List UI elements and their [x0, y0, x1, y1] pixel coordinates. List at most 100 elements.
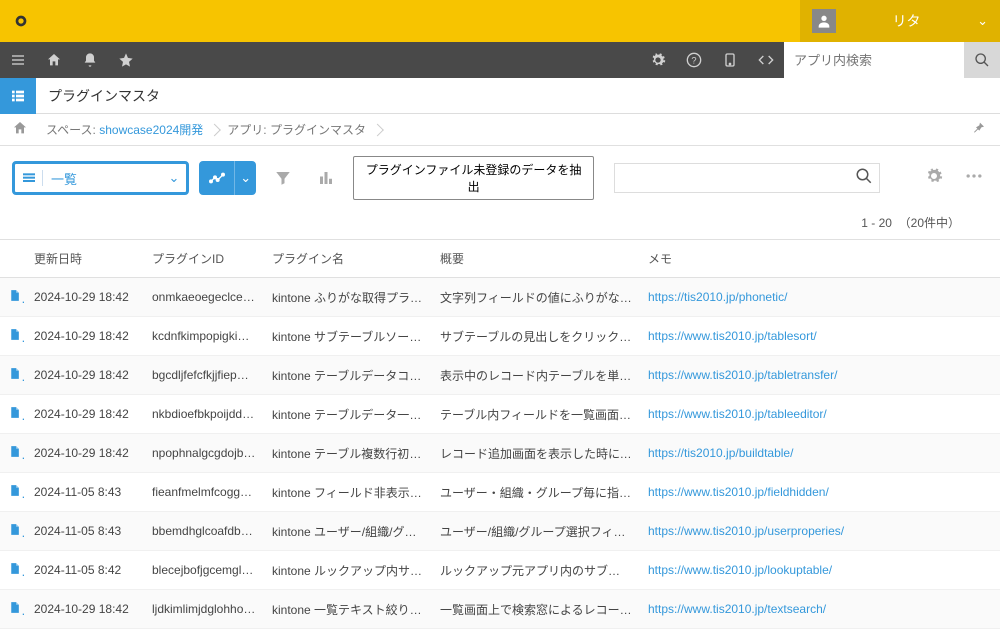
cell-plugin-id: bbemdhglcoafdbbmnopqrstuvwxyzabc: [144, 512, 264, 551]
cell-date: 2024-10-29 18:42: [26, 434, 144, 473]
record-detail-icon[interactable]: [0, 356, 26, 395]
cell-date: 2024-11-05 8:43: [26, 512, 144, 551]
cell-summary: 文字列フィールドの値にふりがなを振るプラグイン: [432, 278, 640, 317]
table-row[interactable]: 2024-10-29 18:42kcdnfkimpopigkionojhgfep…: [0, 317, 1000, 356]
table-row[interactable]: 2024-11-05 8:43bbemdhglcoafdbbmnopqrstuv…: [0, 512, 1000, 551]
cell-memo-link[interactable]: https://tis2010.jp/buildtable/: [640, 434, 1000, 473]
cell-date: 2024-10-29 18:42: [26, 317, 144, 356]
breadcrumb-app[interactable]: アプリ: プラグインマスタ: [217, 117, 376, 142]
cell-plugin-name: kintone テーブルデータ一括編集プラグイン: [264, 395, 432, 434]
cell-summary: ルックアップ元アプリ内のサブテーブルを取得: [432, 551, 640, 590]
chevron-down-icon: ⌄: [162, 170, 186, 186]
extract-unregistered-button[interactable]: プラグインファイル未登録のデータを抽出: [353, 156, 595, 200]
table-header-row: 更新日時 プラグインID プラグイン名 概要 メモ: [0, 240, 1000, 278]
record-detail-icon[interactable]: [0, 278, 26, 317]
breadcrumb-app-prefix: アプリ:: [227, 123, 270, 137]
more-menu-icon[interactable]: [960, 166, 988, 191]
breadcrumb-space-prefix: スペース:: [46, 123, 99, 137]
bar-chart-icon[interactable]: [309, 161, 342, 195]
table-row[interactable]: 2024-11-05 8:42blecejbofjgcemglmnopqrstu…: [0, 551, 1000, 590]
cell-summary: 表示中のレコード内テーブルを単一レコードへコピー: [432, 356, 640, 395]
cell-plugin-name: kintone サブテーブルソートプラグイン: [264, 317, 432, 356]
user-menu[interactable]: リタ ⌄: [800, 0, 1000, 42]
bell-icon[interactable]: [72, 42, 108, 78]
tablet-icon[interactable]: [712, 42, 748, 78]
pin-icon[interactable]: [964, 120, 992, 139]
filter-funnel-icon[interactable]: [266, 161, 299, 195]
view-selector[interactable]: 一覧 ⌄: [12, 161, 189, 195]
pagination-total: （20件中）: [899, 216, 960, 230]
cell-memo-link[interactable]: https://www.tis2010.jp/tablesort/: [640, 317, 1000, 356]
cell-plugin-id: fieanfmelmfcoggmlabcdefghijklmno: [144, 473, 264, 512]
graph-button-group: ⌄: [199, 161, 256, 195]
cell-plugin-name: kintone フィールド非表示プラグイン: [264, 473, 432, 512]
breadcrumb: スペース: showcase2024開発 アプリ: プラグインマスタ: [0, 114, 1000, 146]
record-detail-icon[interactable]: [0, 590, 26, 629]
cell-memo-link[interactable]: https://tis2010.jp/phonetic/: [640, 278, 1000, 317]
cell-summary: テーブル内フィールドを一覧画面上で編集: [432, 395, 640, 434]
breadcrumb-app-name: プラグインマスタ: [270, 123, 366, 137]
cell-memo-link[interactable]: https://www.tis2010.jp/tableeditor/: [640, 395, 1000, 434]
settings-gear-icon[interactable]: [920, 167, 948, 190]
right-action-icons: [920, 166, 988, 191]
table-row[interactable]: 2024-11-05 8:43fieanfmelmfcoggmlabcdefgh…: [0, 473, 1000, 512]
record-table: 更新日時 プラグインID プラグイン名 概要 メモ 2024-10-29 18:…: [0, 239, 1000, 629]
record-detail-icon[interactable]: [0, 317, 26, 356]
col-header-plugin-id[interactable]: プラグインID: [144, 240, 264, 278]
user-name: リタ: [846, 11, 967, 31]
record-detail-icon[interactable]: [0, 434, 26, 473]
cell-date: 2024-10-29 18:42: [26, 590, 144, 629]
record-detail-icon[interactable]: [0, 473, 26, 512]
cell-memo-link[interactable]: https://www.tis2010.jp/lookuptable/: [640, 551, 1000, 590]
col-header-summary[interactable]: 概要: [432, 240, 640, 278]
cell-memo-link[interactable]: https://www.tis2010.jp/userproperies/: [640, 512, 1000, 551]
view-controls: 一覧 ⌄ ⌄ プラグインファイル未登録のデータを抽出: [0, 146, 1000, 210]
cell-date: 2024-10-29 18:42: [26, 278, 144, 317]
cell-plugin-id: ljdkimlimjdglohhoopqrstuvwxyzabc: [144, 590, 264, 629]
global-toolbar: ?: [0, 42, 1000, 78]
graph-dropdown[interactable]: ⌄: [234, 161, 256, 195]
cell-memo-link[interactable]: https://www.tis2010.jp/textsearch/: [640, 590, 1000, 629]
table-row[interactable]: 2024-10-29 18:42nkbdioefbkpoijddjmnopqrs…: [0, 395, 1000, 434]
table-row[interactable]: 2024-10-29 18:42ljdkimlimjdglohhoopqrstu…: [0, 590, 1000, 629]
cell-memo-link[interactable]: https://www.tis2010.jp/fieldhidden/: [640, 473, 1000, 512]
cell-plugin-id: nkbdioefbkpoijddjmnopqrstuvwxabc: [144, 395, 264, 434]
list-view-icon: [15, 170, 43, 186]
search-button[interactable]: [964, 42, 1000, 78]
table-row[interactable]: 2024-10-29 18:42onmkaeoegeclcekfbcjkdghe…: [0, 278, 1000, 317]
search-icon: [855, 167, 873, 190]
star-icon[interactable]: [108, 42, 144, 78]
cell-summary: ユーザー・組織・グループ毎に指定フィールドを非表示: [432, 473, 640, 512]
record-detail-icon[interactable]: [0, 395, 26, 434]
graph-button[interactable]: [199, 161, 234, 195]
gear-icon[interactable]: [640, 42, 676, 78]
pagination-range: 1 - 20: [861, 216, 892, 230]
record-detail-icon[interactable]: [0, 512, 26, 551]
home-icon[interactable]: [36, 42, 72, 78]
cell-date: 2024-10-29 18:42: [26, 356, 144, 395]
cell-date: 2024-10-29 18:42: [26, 395, 144, 434]
app-search: [784, 42, 1000, 78]
code-icon[interactable]: [748, 42, 784, 78]
cell-plugin-name: kintone ルックアップ内サブテーブルプラグイン: [264, 551, 432, 590]
col-header-date[interactable]: 更新日時: [26, 240, 144, 278]
col-header-memo[interactable]: メモ: [640, 240, 1000, 278]
hamburger-menu-icon[interactable]: [0, 42, 36, 78]
app-list-icon: [0, 78, 36, 114]
breadcrumb-space[interactable]: スペース: showcase2024開発: [36, 117, 213, 142]
cell-summary: レコード追加画面を表示した時に、決められた行数を表示: [432, 434, 640, 473]
table-row[interactable]: 2024-10-29 18:42npophnalgcgdojbeleabcdef…: [0, 434, 1000, 473]
top-banner: リタ ⌄: [0, 0, 1000, 42]
app-header: プラグインマスタ: [0, 78, 1000, 114]
cell-plugin-name: kintone 一覧テキスト絞り込みプラグイン: [264, 590, 432, 629]
record-detail-icon[interactable]: [0, 551, 26, 590]
avatar-icon: [812, 9, 836, 33]
breadcrumb-home-icon[interactable]: [8, 120, 32, 139]
cell-plugin-name: kintone ユーザー/組織/グループ選択プラグイン: [264, 512, 432, 551]
col-header-plugin-name[interactable]: プラグイン名: [264, 240, 432, 278]
table-row[interactable]: 2024-10-29 18:42bgcdljfefcfkjjfiepmcabcd…: [0, 356, 1000, 395]
help-icon[interactable]: ?: [676, 42, 712, 78]
cell-memo-link[interactable]: https://www.tis2010.jp/tabletransfer/: [640, 356, 1000, 395]
record-search[interactable]: [614, 163, 880, 193]
search-input[interactable]: [784, 42, 964, 78]
